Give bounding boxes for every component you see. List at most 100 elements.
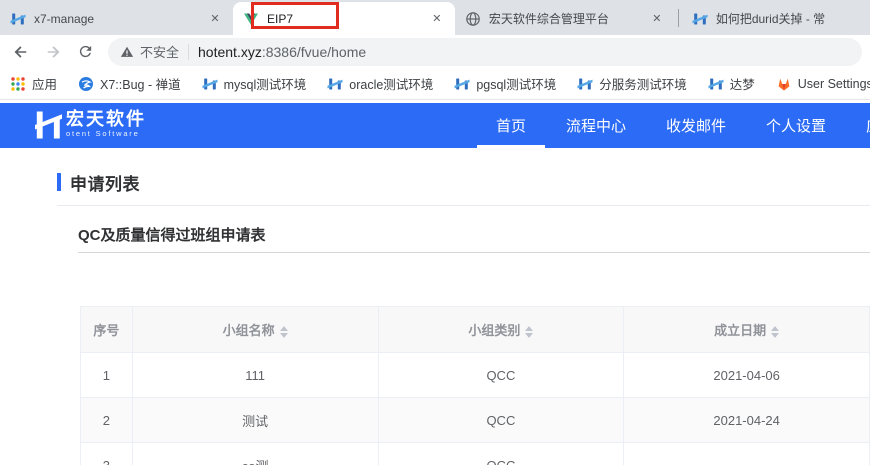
bookmark-label: mysql测试环境 — [223, 78, 307, 92]
gitlab-icon — [778, 78, 790, 90]
tab-eip7[interactable]: EIP7 ✕ — [233, 2, 455, 35]
column-label: 小组类别 — [468, 323, 521, 338]
nav-label: 应 — [866, 115, 870, 136]
active-underline — [477, 145, 546, 148]
cell-founded-date — [623, 442, 870, 465]
tab-durid-question[interactable]: 如何把durid关掉 - 常 — [682, 2, 870, 35]
page-title: 申请列表 — [70, 174, 140, 194]
tab-close-icon[interactable]: ✕ — [429, 11, 445, 27]
column-header-group-type[interactable]: 小组类别 — [377, 306, 625, 353]
hotent-logo[interactable]: 宏天软件 otent Software — [35, 109, 146, 141]
cell-founded-date: 2021-04-24 — [623, 397, 870, 443]
nav-label: 个人设置 — [766, 118, 827, 135]
table-row[interactable]: 2 测试 QCC 2021-04-24 — [80, 397, 870, 443]
nav-item-mail[interactable]: 收发邮件 — [666, 103, 726, 148]
table-header-row: 序号 小组名称 小组类别 成立日期 — [80, 306, 870, 353]
not-secure-warning-icon — [120, 46, 134, 57]
cell-group-type: QCC — [377, 397, 625, 443]
tab-title: 宏天软件综合管理平台 — [488, 12, 609, 26]
cell-index: 2 — [80, 397, 133, 443]
main-nav: 首页 流程中心 收发邮件 个人设置 应 — [477, 103, 870, 148]
cell-group-type: QCC — [377, 352, 625, 398]
tab-hotent-platform[interactable]: 宏天软件综合管理平台 ✕ — [455, 2, 675, 35]
divider — [57, 205, 870, 206]
url-input[interactable]: 不安全 hotent.xyz:8386/fvue/home — [108, 37, 862, 66]
nav-label: 流程中心 — [566, 118, 627, 135]
column-header-founded-date[interactable]: 成立日期 — [623, 306, 870, 353]
bookmark-label: pgsql测试环境 — [476, 78, 557, 92]
sort-icon[interactable] — [279, 325, 288, 338]
nav-label: 收发邮件 — [666, 118, 727, 135]
apps-grid-icon — [11, 76, 25, 91]
bookmark-label: 达梦 — [729, 78, 755, 92]
omnibox-divider — [188, 43, 190, 60]
tab-title: x7-manage — [34, 11, 95, 26]
table-row[interactable]: 1 111 QCC 2021-04-06 — [80, 352, 870, 398]
nav-item-home[interactable]: 首页 — [477, 103, 546, 148]
cell-group-name: 111 — [131, 352, 379, 398]
page-content: 申请列表 QC及质量信得过班组申请表 序号 小组名称 小组类别 成立日期 1 1… — [0, 172, 870, 465]
address-bar: 不安全 hotent.xyz:8386/fvue/home — [0, 35, 870, 68]
nav-item-personal-settings[interactable]: 个人设置 — [766, 103, 826, 148]
sort-icon[interactable] — [525, 325, 534, 338]
back-arrow-icon — [14, 45, 27, 58]
logo-text: 宏天软件 otent Software — [66, 109, 146, 138]
hotent-favicon-icon — [692, 13, 708, 24]
applications-table: 序号 小组名称 小组类别 成立日期 1 111 QCC 2021-04-06 2… — [80, 306, 870, 465]
nav-item-clipped[interactable]: 应 — [866, 103, 870, 148]
app-header: 宏天软件 otent Software 首页 流程中心 收发邮件 个人设置 — [0, 103, 870, 148]
security-label: 不安全 — [140, 45, 180, 60]
tab-separator — [677, 8, 679, 27]
url-path: :8386/fvue/home — [261, 43, 367, 60]
hotent-favicon-icon — [10, 13, 26, 24]
tab-strip: x7-manage ✕ EIP7 ✕ 宏天软件综合管理平台 ✕ 如何把durid… — [0, 0, 870, 35]
hotent-favicon-icon — [577, 78, 593, 89]
bookmark-microservice-env[interactable]: 分服务测试环境 — [577, 74, 687, 93]
bookmark-gitlab-settings[interactable]: User Settings · G — [776, 76, 870, 92]
hotent-favicon-icon — [202, 78, 218, 89]
bookmark-label: 分服务测试环境 — [599, 78, 687, 92]
title-accent-bar — [57, 173, 61, 191]
tab-title: EIP7 — [267, 11, 294, 26]
tab-close-icon[interactable]: ✕ — [649, 11, 665, 27]
tab-x7-manage[interactable]: x7-manage ✕ — [0, 2, 233, 35]
zentao-icon — [79, 76, 94, 91]
bookmark-oracle-env[interactable]: oracle测试环境 — [327, 74, 433, 93]
bookmarks-bar: 应用 X7::Bug - 禅道 mysql测试环境 oracle测试环境 pgs… — [0, 68, 870, 100]
bookmark-label: oracle测试环境 — [349, 78, 434, 92]
logo-subtitle: otent Software — [66, 129, 140, 138]
cell-founded-date: 2021-04-06 — [623, 352, 870, 398]
hotent-logo-icon — [35, 111, 62, 139]
bookmark-pgsql-env[interactable]: pgsql测试环境 — [454, 74, 556, 93]
sort-icon[interactable] — [771, 325, 780, 338]
column-label: 小组名称 — [222, 323, 275, 338]
table-row[interactable]: 3 co测 QCC — [80, 442, 870, 465]
bookmark-label: 应用 — [32, 78, 58, 92]
tab-title: 如何把durid关掉 - 常 — [715, 12, 826, 26]
bookmark-mysql-env[interactable]: mysql测试环境 — [202, 74, 307, 93]
cell-group-name: 测试 — [131, 397, 379, 443]
form-title: QC及质量信得过班组申请表 — [78, 227, 266, 244]
divider — [78, 252, 870, 253]
bookmark-label: X7::Bug - 禅道 — [100, 78, 181, 92]
tab-close-icon[interactable]: ✕ — [207, 11, 223, 27]
reload-button[interactable] — [72, 39, 98, 65]
logo-title: 宏天软件 — [66, 109, 146, 129]
cell-index: 3 — [80, 442, 133, 465]
nav-item-process-center[interactable]: 流程中心 — [566, 103, 626, 148]
bookmark-apps[interactable]: 应用 — [10, 74, 57, 93]
url-host: hotent.xyz — [198, 43, 262, 60]
back-button[interactable] — [8, 39, 34, 65]
vue-favicon-icon — [244, 13, 259, 25]
bookmark-zentao[interactable]: X7::Bug - 禅道 — [78, 74, 181, 93]
forward-button[interactable] — [40, 39, 66, 65]
bookmark-label: User Settings · G — [797, 76, 870, 91]
bookmark-dameng[interactable]: 达梦 — [708, 74, 755, 93]
globe-icon — [466, 11, 480, 26]
page-title-row: 申请列表 — [57, 172, 870, 194]
column-header-group-name[interactable]: 小组名称 — [131, 306, 379, 353]
cell-index: 1 — [80, 352, 133, 398]
hotent-favicon-icon — [454, 78, 470, 89]
reload-icon — [79, 45, 91, 58]
cell-group-name: co测 — [131, 442, 379, 465]
